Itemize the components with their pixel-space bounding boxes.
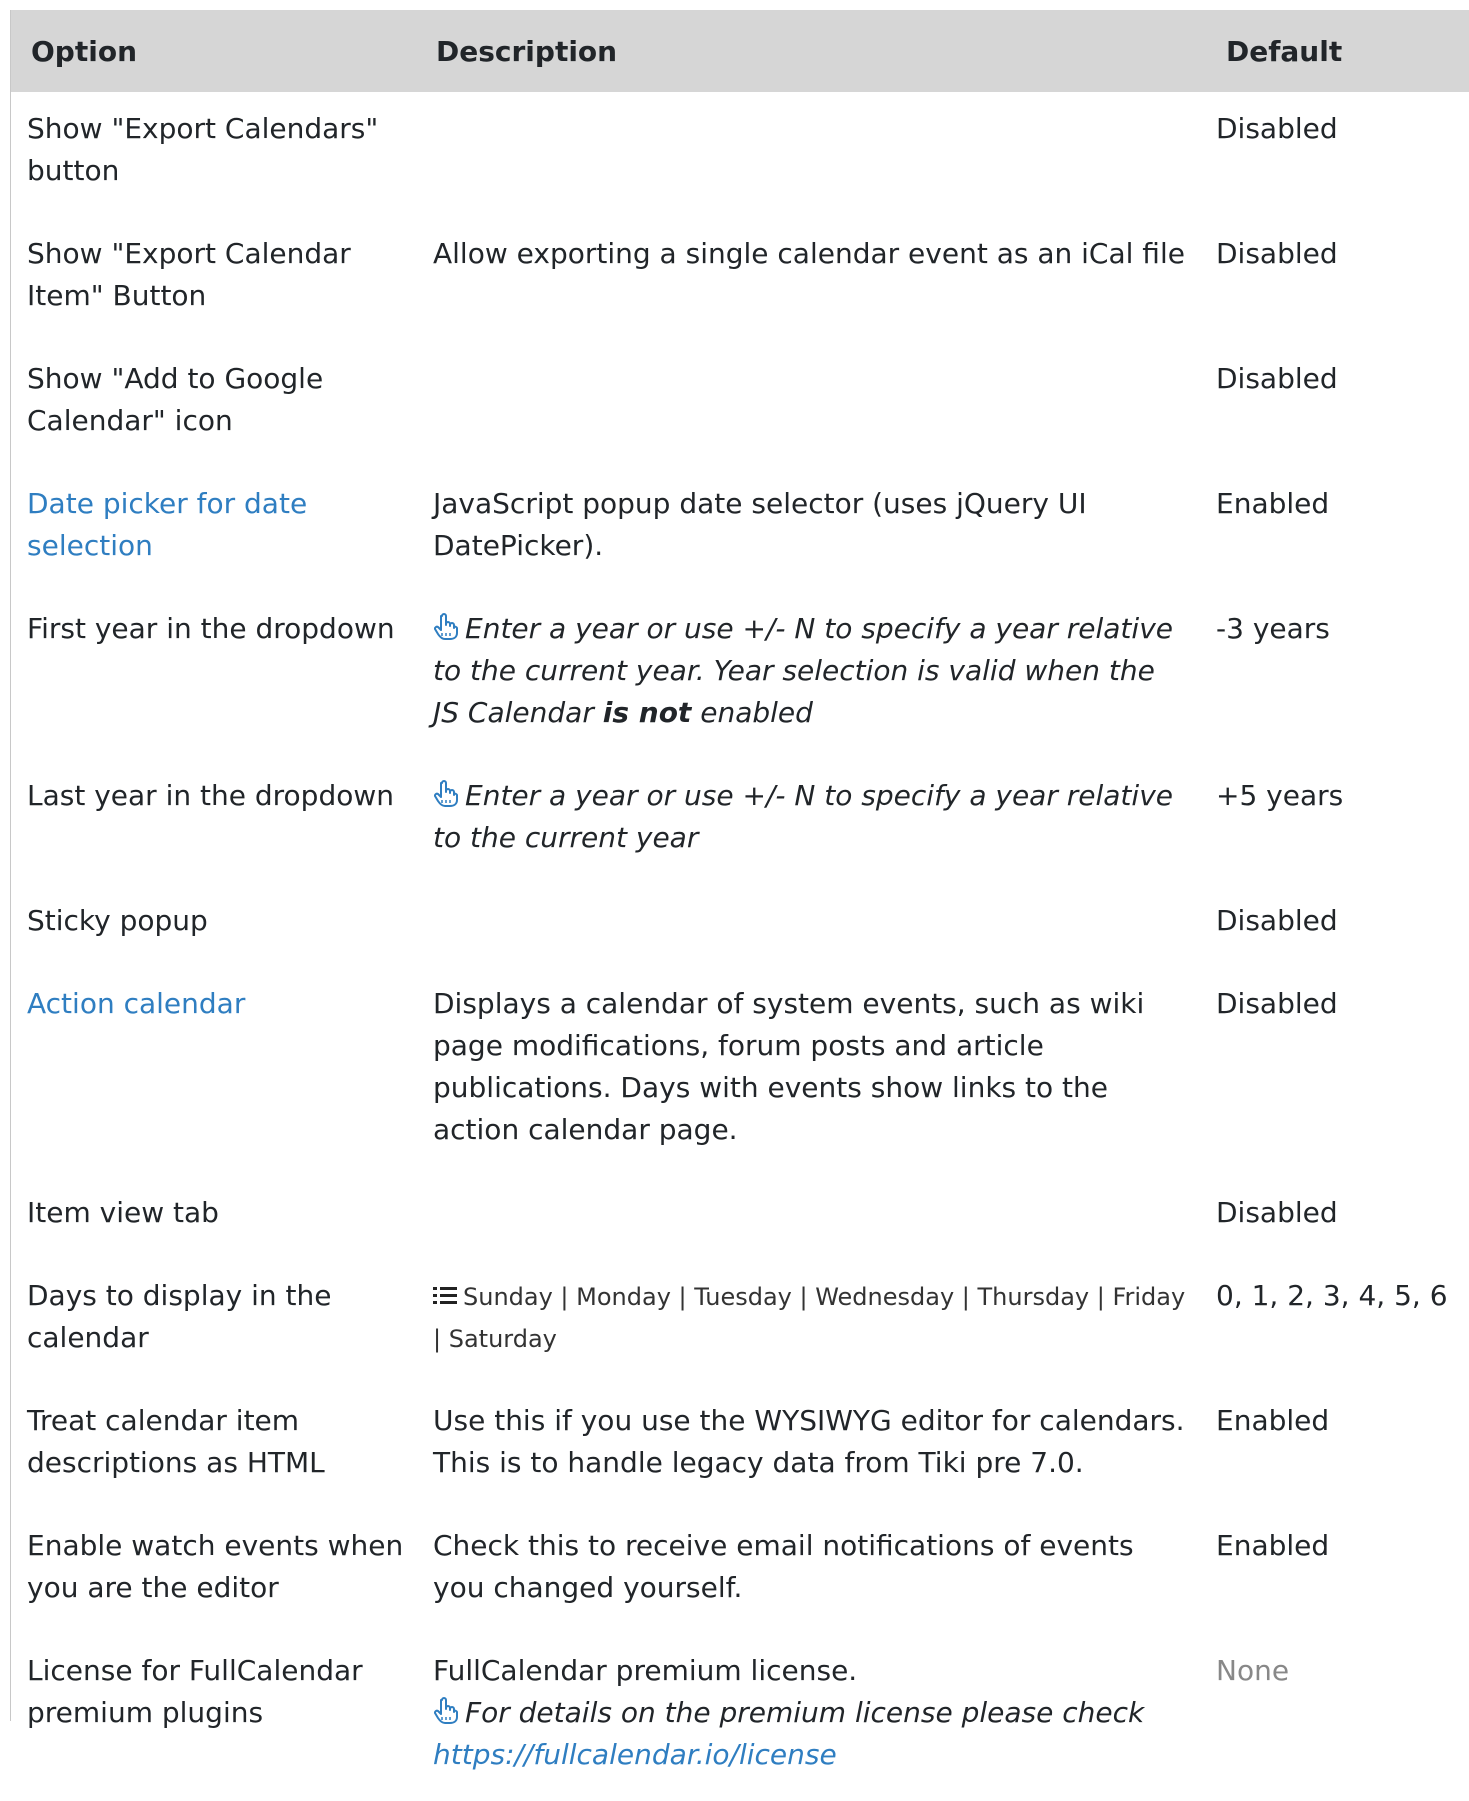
option-default: Enabled bbox=[1216, 487, 1330, 520]
option-description: Allow exporting a single calendar event … bbox=[433, 237, 1185, 270]
option-default: Enabled bbox=[1216, 1404, 1330, 1437]
option-default: Disabled bbox=[1216, 237, 1338, 270]
option-name: Treat calendar item descriptions as HTML bbox=[27, 1404, 325, 1479]
option-description: Check this to receive email notification… bbox=[433, 1529, 1134, 1604]
table-row: License for FullCalendar premium plugins… bbox=[11, 1634, 1469, 1801]
option-default: Disabled bbox=[1216, 1196, 1338, 1229]
preferences-table-container: Option Description Default Show "Export … bbox=[10, 10, 1469, 1771]
option-default: Disabled bbox=[1216, 904, 1338, 937]
option-default: None bbox=[1216, 1654, 1290, 1687]
option-name: Enable watch events when you are the edi… bbox=[27, 1529, 404, 1604]
option-name-cell: Date picker for date selection bbox=[11, 467, 416, 592]
option-link-action-calendar[interactable]: Action calendar bbox=[27, 987, 245, 1020]
option-description: FullCalendar premium license. bbox=[433, 1654, 858, 1687]
header-default: Default bbox=[1206, 10, 1469, 92]
option-description bbox=[416, 342, 1206, 467]
table-row: Sticky popup Disabled bbox=[11, 884, 1469, 967]
option-name: Days to display in the calendar bbox=[27, 1279, 332, 1354]
option-name: Show "Add to Google Calendar" icon bbox=[27, 362, 324, 437]
option-hint: For details on the premium license pleas… bbox=[433, 1692, 1186, 1776]
table-row: Action calendar Displays a calendar of s… bbox=[11, 967, 1469, 1176]
table-header-row: Option Description Default bbox=[11, 10, 1469, 92]
pointing-hand-icon bbox=[433, 780, 459, 808]
option-name: Item view tab bbox=[27, 1196, 219, 1229]
option-default: 0, 1, 2, 3, 4, 5, 6 bbox=[1216, 1279, 1448, 1312]
pointing-hand-icon bbox=[433, 613, 459, 641]
table-row: Show "Add to Google Calendar" icon Disab… bbox=[11, 342, 1469, 467]
option-default: Disabled bbox=[1216, 112, 1338, 145]
hint-text: Enter a year or use +/- N to specify a y… bbox=[433, 779, 1173, 854]
option-name: Show "Export Calendars" button bbox=[27, 112, 379, 187]
table-row: Show "Export Calendars" button Disabled bbox=[11, 92, 1469, 217]
option-name: Last year in the dropdown bbox=[27, 779, 394, 812]
hint-text-end: enabled bbox=[691, 696, 813, 729]
option-name: Sticky popup bbox=[27, 904, 208, 937]
option-link-date-picker[interactable]: Date picker for date selection bbox=[27, 487, 307, 562]
option-choices: Sunday | Monday | Tuesday | Wednesday | … bbox=[416, 1259, 1206, 1384]
choices-list: Sunday | Monday | Tuesday | Wednesday | … bbox=[433, 1283, 1186, 1353]
preferences-table: Option Description Default Show "Export … bbox=[11, 10, 1469, 1801]
option-default: -3 years bbox=[1216, 612, 1330, 645]
option-description: JavaScript popup date selector (uses jQu… bbox=[433, 487, 1087, 562]
list-icon bbox=[433, 1285, 457, 1307]
hint-text: For details on the premium license pleas… bbox=[465, 1696, 1145, 1729]
table-row: First year in the dropdown Enter a year … bbox=[11, 592, 1469, 759]
option-description bbox=[416, 92, 1206, 217]
option-description bbox=[416, 1176, 1206, 1259]
header-description: Description bbox=[416, 10, 1206, 92]
table-row: Treat calendar item descriptions as HTML… bbox=[11, 1384, 1469, 1509]
option-default: Enabled bbox=[1216, 1529, 1330, 1562]
table-row: Item view tab Disabled bbox=[11, 1176, 1469, 1259]
table-row: Last year in the dropdown Enter a year o… bbox=[11, 759, 1469, 884]
option-description-cell: FullCalendar premium license. For details… bbox=[416, 1634, 1206, 1801]
option-description: Displays a calendar of system events, su… bbox=[433, 987, 1145, 1146]
header-option: Option bbox=[11, 10, 416, 92]
table-row: Days to display in the calendar Sunday |… bbox=[11, 1259, 1469, 1384]
option-name: Show "Export Calendar Item" Button bbox=[27, 237, 351, 312]
table-row: Enable watch events when you are the edi… bbox=[11, 1509, 1469, 1634]
option-default: Disabled bbox=[1216, 362, 1338, 395]
option-hint: Enter a year or use +/- N to specify a y… bbox=[416, 592, 1206, 759]
table-row: Show "Export Calendar Item" Button Allow… bbox=[11, 217, 1469, 342]
option-name: License for FullCalendar premium plugins bbox=[27, 1654, 363, 1729]
option-description: Use this if you use the WYSIWYG editor f… bbox=[433, 1404, 1185, 1479]
option-description bbox=[416, 884, 1206, 967]
option-name: First year in the dropdown bbox=[27, 612, 395, 645]
license-link[interactable]: https://fullcalendar.io/license bbox=[433, 1738, 837, 1771]
option-default: +5 years bbox=[1216, 779, 1344, 812]
option-default: Disabled bbox=[1216, 987, 1338, 1020]
option-name-cell: Action calendar bbox=[11, 967, 416, 1176]
hint-bold-text: is not bbox=[602, 696, 692, 729]
table-row: Date picker for date selection JavaScrip… bbox=[11, 467, 1469, 592]
option-hint: Enter a year or use +/- N to specify a y… bbox=[416, 759, 1206, 884]
